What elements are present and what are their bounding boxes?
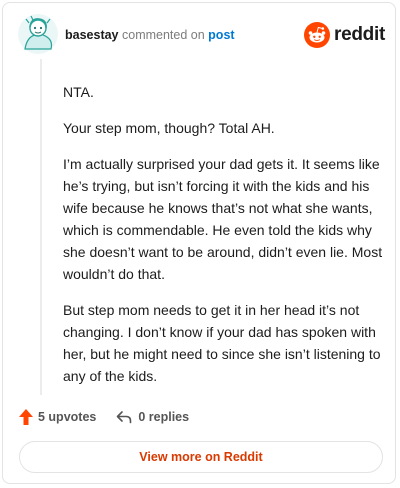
reply-count: 0 replies bbox=[138, 410, 190, 424]
upvote-count: 5 upvotes bbox=[38, 410, 97, 424]
comment-meta: basestay commented on post bbox=[65, 27, 235, 43]
thread-line[interactable] bbox=[40, 59, 42, 395]
comment-paragraph: NTA. bbox=[63, 84, 94, 100]
reply-arrow-icon bbox=[117, 411, 132, 424]
reddit-logo[interactable]: reddit bbox=[304, 22, 385, 48]
replies-button[interactable]: 0 replies bbox=[116, 410, 189, 424]
post-link[interactable]: post bbox=[208, 28, 234, 42]
comment-paragraph: I’m actually surprised your dad gets it.… bbox=[63, 156, 383, 282]
avatar-illustration-icon bbox=[18, 14, 58, 54]
comment-paragraph: But step mom needs to get it in her head… bbox=[63, 302, 381, 384]
embedded-comment-card: basestay commented on post reddit NTA. Y… bbox=[2, 2, 396, 484]
view-more-on-reddit-button[interactable]: View more on Reddit bbox=[19, 441, 383, 473]
comment-header: basestay commented on post reddit bbox=[17, 13, 385, 57]
comment-footer: 5 upvotes 0 replies bbox=[19, 407, 189, 427]
action-text: commented on bbox=[122, 28, 205, 42]
comment-paragraph: Your step mom, though? Total AH. bbox=[63, 120, 275, 136]
user-avatar[interactable] bbox=[17, 13, 59, 55]
upvote-button[interactable]: 5 upvotes bbox=[19, 409, 96, 425]
reddit-snoo-icon bbox=[304, 22, 331, 48]
upvote-arrow-icon bbox=[19, 409, 33, 425]
comment-body: NTA. Your step mom, though? Total AH. I’… bbox=[63, 81, 388, 401]
username-link[interactable]: basestay bbox=[65, 28, 119, 42]
reddit-wordmark: reddit bbox=[334, 24, 385, 45]
